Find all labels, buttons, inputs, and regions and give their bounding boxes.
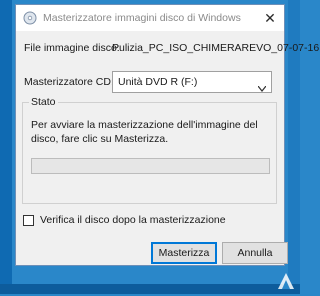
burner-select[interactable]: Unità DVD R (F:)	[112, 71, 272, 93]
window-title: Masterizzatore immagini disco di Windows	[43, 12, 241, 24]
file-image-label: File immagine disco:	[24, 42, 120, 54]
progress-bar	[31, 158, 270, 174]
title-bar: Masterizzatore immagini disco di Windows…	[16, 5, 284, 32]
close-button[interactable]: ✕	[262, 10, 278, 26]
verify-checkbox[interactable]	[23, 215, 34, 226]
desktop-background-left	[0, 0, 12, 294]
status-message: Per avviare la masterizzazione dell'imma…	[31, 119, 258, 145]
file-image-value: Pulizia_PC_ISO_CHIMERAREVO_07-07-16	[112, 42, 320, 54]
burner-select-value: Unità DVD R (F:)	[118, 76, 198, 88]
cancel-button[interactable]: Annulla	[222, 242, 288, 264]
burn-button[interactable]: Masterizza	[151, 242, 217, 264]
status-group-label: Stato	[29, 96, 58, 108]
burner-label: Masterizzatore CD:	[24, 76, 114, 88]
taskbar-strip	[0, 284, 300, 294]
disc-burner-icon	[23, 11, 37, 25]
chevron-down-icon	[257, 79, 267, 92]
verify-checkbox-label[interactable]: Verifica il disco dopo la masterizzazion…	[40, 214, 226, 226]
watermark-logo-icon	[276, 271, 296, 291]
